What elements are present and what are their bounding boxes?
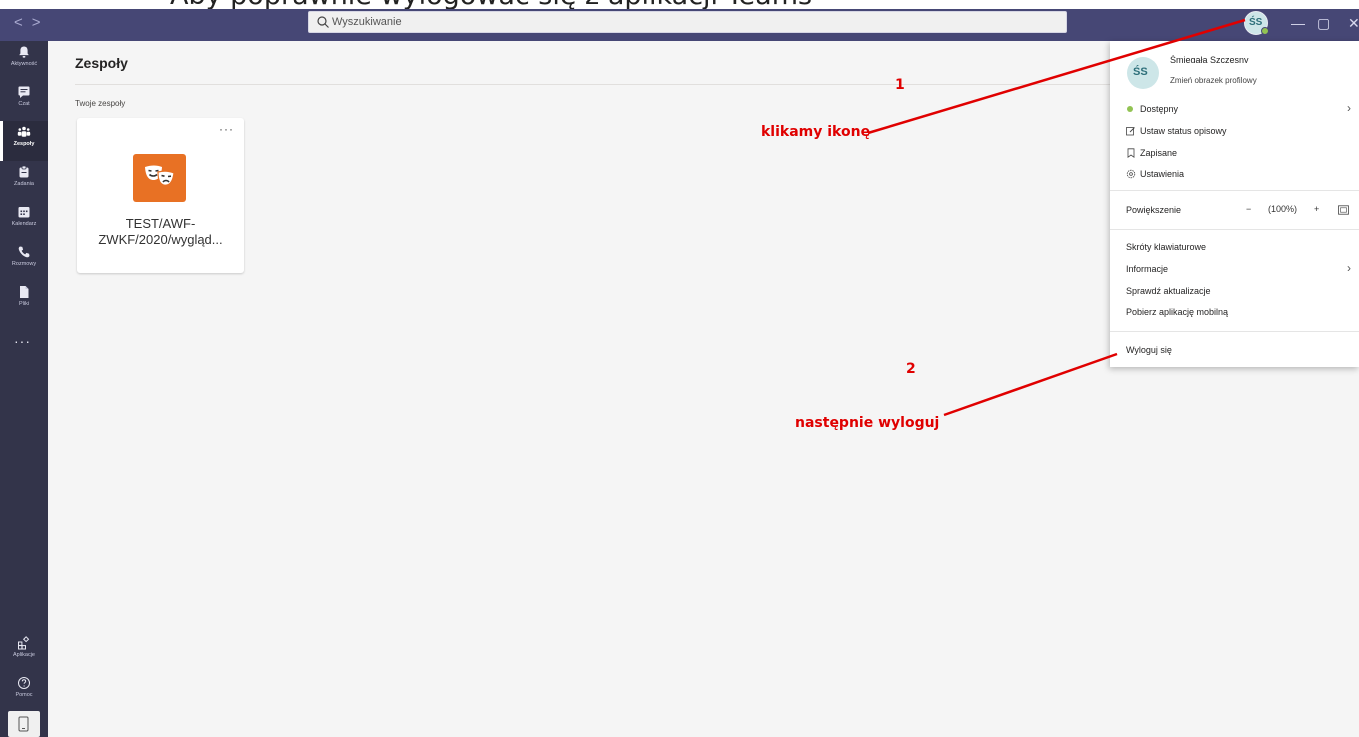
device-icon [18, 716, 29, 732]
download-mobile-item[interactable]: Pobierz aplikację mobilną [1126, 306, 1351, 320]
title-bar: <> Wyszukiwanie ŚS — ▢ ✕ [0, 9, 1359, 41]
rail-label: Aktywność [10, 61, 38, 67]
profile-picture[interactable]: ŚS [1127, 57, 1159, 89]
zoom-label: Powiększenie [1126, 205, 1182, 215]
bookmark-icon [1127, 148, 1135, 158]
rail-item-activity[interactable]: Aktywność [0, 41, 48, 81]
rail-label: Czat [18, 101, 30, 107]
edit-note-icon [1126, 127, 1135, 136]
avatar-initials: ŚS [1249, 17, 1263, 28]
rail-item-teams[interactable]: Zespoły [0, 121, 48, 161]
download-mobile-label: Pobierz aplikację mobilną [1126, 307, 1229, 317]
search-input[interactable]: Wyszukiwanie [308, 11, 1067, 33]
cropped-caption: Aby poprawnie wylogować się z aplikacji … [0, 0, 1359, 9]
rail-label: Zespoły [13, 141, 35, 147]
rail-item-apps[interactable]: Aplikacje [0, 632, 48, 672]
bell-icon [19, 46, 29, 58]
menu-divider [1110, 331, 1359, 332]
chevron-right-icon: › [1347, 261, 1351, 275]
zoom-value: (100%) [1268, 204, 1298, 214]
minimize-button[interactable]: — [1291, 15, 1305, 31]
keyboard-shortcuts-label: Skróty klawiaturowe [1126, 242, 1207, 252]
fit-screen-icon[interactable] [1338, 205, 1349, 215]
caption-text: Aby poprawnie wylogować się z aplikacji … [170, 0, 812, 9]
back-icon[interactable]: < [14, 14, 32, 31]
profile-avatar-button[interactable]: ŚS [1244, 11, 1269, 35]
settings-label: Ustawienia [1140, 169, 1185, 179]
profile-initials: ŚS [1133, 66, 1148, 78]
more-options-icon[interactable]: ··· [219, 122, 234, 136]
mobile-device-button[interactable] [8, 711, 40, 737]
change-picture-link[interactable]: Zmień obrazek profilowy [1170, 76, 1257, 85]
rail-label: Pliki [18, 301, 30, 307]
rail-item-files[interactable]: Pliki [0, 281, 48, 321]
history-nav: <> [14, 14, 50, 31]
rail-item-assignments[interactable]: Zadania [0, 161, 48, 201]
annotation-step-2-text: następnie wyloguj [795, 415, 940, 431]
about-label: Informacje [1126, 264, 1169, 274]
set-status-label: Ustaw status opisowy [1140, 126, 1227, 136]
saved-label: Zapisane [1140, 148, 1178, 158]
team-name: TEST/AWF-ZWKF/2020/wygląd... [98, 216, 223, 247]
chevron-right-icon: › [1347, 101, 1351, 115]
phone-icon [18, 246, 30, 258]
page-title: Zespoły [75, 55, 128, 71]
team-avatar [133, 154, 186, 202]
rail-label: Kalendarz [11, 221, 37, 227]
rail-item-chat[interactable]: Czat [0, 81, 48, 121]
chat-icon [18, 86, 30, 98]
theater-masks-icon [145, 165, 175, 186]
assignments-icon [19, 165, 29, 178]
maximize-button[interactable]: ▢ [1317, 15, 1330, 32]
check-updates-label: Sprawdź aktualizacje [1126, 286, 1211, 296]
teams-icon [17, 126, 31, 137]
calendar-icon [18, 207, 30, 218]
menu-divider [1110, 229, 1359, 230]
rail-label: Aplikacje [12, 652, 35, 658]
check-updates-item[interactable]: Sprawdź aktualizacje [1126, 285, 1351, 299]
search-icon [317, 16, 329, 28]
zoom-out-button[interactable]: − [1246, 204, 1251, 214]
rail-label: Zadania [14, 181, 34, 187]
zoom-in-button[interactable]: + [1314, 204, 1319, 214]
sign-out-label: Wyloguj się [1126, 345, 1172, 355]
annotation-step-2-number: 2 [906, 361, 916, 377]
rail-label: Rozmowy [11, 261, 37, 267]
status-available-icon [1261, 27, 1269, 35]
teams-window: Aby poprawnie wylogować się z aplikacji … [0, 0, 1359, 737]
keyboard-shortcuts-item[interactable]: Skróty klawiaturowe [1126, 241, 1351, 255]
status-label: Dostępny [1140, 104, 1179, 114]
rail-item-help[interactable]: Pomoc [0, 672, 48, 712]
app-rail: Aktywność Czat Zespoły Zadania Kalendarz… [0, 41, 48, 737]
apps-icon [18, 636, 30, 650]
saved-item[interactable]: Zapisane [1126, 147, 1351, 161]
status-available-icon [1127, 106, 1133, 112]
gear-icon [1126, 169, 1136, 179]
search-placeholder: Wyszukiwanie [332, 16, 402, 28]
close-button[interactable]: ✕ [1348, 15, 1359, 32]
annotation-step-1-number: 1 [895, 77, 905, 93]
set-status-message-item[interactable]: Ustaw status opisowy [1126, 125, 1351, 139]
more-apps-icon[interactable]: ··· [14, 333, 31, 349]
rail-label: Pomoc [15, 692, 33, 698]
zoom-row: Powiększenie − (100%) + [1126, 204, 1351, 218]
section-label: Twoje zespoły [75, 99, 126, 108]
help-icon [18, 677, 30, 689]
rail-item-calendar[interactable]: Kalendarz [0, 201, 48, 241]
status-item[interactable]: Dostępny › [1126, 101, 1351, 117]
forward-icon[interactable]: > [32, 14, 50, 31]
team-card[interactable]: ··· TEST/AWF-ZWKF/2020/wygląd... [77, 118, 244, 273]
user-name: Śmiegała Szczęsny [1170, 55, 1249, 63]
about-item[interactable]: Informacje › [1126, 261, 1351, 277]
annotation-step-1-text: klikamy ikonę [761, 124, 871, 140]
files-icon [20, 286, 29, 298]
menu-divider [1110, 190, 1359, 191]
settings-item[interactable]: Ustawienia [1126, 168, 1351, 182]
rail-item-calls[interactable]: Rozmowy [0, 241, 48, 281]
profile-menu: ŚS Śmiegała Szczęsny Zmień obrazek profi… [1110, 41, 1359, 367]
sign-out-item[interactable]: Wyloguj się [1126, 344, 1351, 358]
